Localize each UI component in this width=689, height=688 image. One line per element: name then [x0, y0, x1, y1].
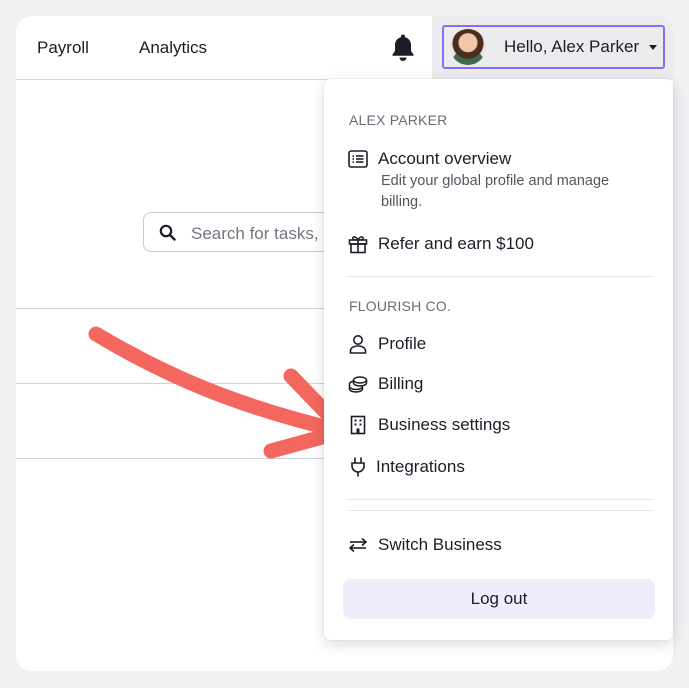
profile-label: Profile: [378, 334, 427, 353]
list-icon: [347, 148, 369, 170]
nav-analytics-link[interactable]: Analytics: [139, 38, 207, 58]
menu-divider: [348, 510, 653, 511]
switch-arrows-icon: [347, 534, 369, 556]
menu-divider: [348, 499, 653, 500]
avatar: [450, 29, 486, 65]
business-settings-item[interactable]: Business settings: [347, 409, 510, 441]
business-section-label: FLOURISH CO.: [349, 298, 451, 314]
switch-business-label: Switch Business: [378, 535, 502, 554]
person-icon: [347, 333, 369, 355]
billing-label: Billing: [378, 374, 424, 393]
annotation-arrow-icon: [88, 326, 352, 459]
profile-item[interactable]: Profile: [347, 328, 426, 360]
search-icon: [159, 224, 176, 246]
account-overview-description: Edit your global profile and manage bill…: [381, 173, 610, 210]
integrations-item[interactable]: Integrations: [347, 451, 465, 483]
account-overview-label: Account overview: [378, 149, 512, 168]
log-out-button[interactable]: Log out: [343, 579, 655, 619]
chevron-down-icon: [649, 44, 658, 50]
refer-and-earn-label: Refer and earn $100: [378, 234, 534, 253]
top-navigation-bar: Payroll Analytics Hello, Alex Parker: [16, 16, 673, 80]
plug-icon: [347, 456, 369, 478]
divider: [16, 308, 336, 309]
coins-icon: [347, 373, 369, 395]
user-menu-button[interactable]: Hello, Alex Parker: [442, 25, 665, 69]
menu-divider: [348, 276, 653, 277]
user-dropdown-menu: ALEX PARKER Account overview Edit your g…: [324, 79, 673, 640]
integrations-label: Integrations: [376, 457, 465, 476]
building-icon: [347, 414, 369, 436]
switch-business-item[interactable]: Switch Business: [347, 529, 502, 561]
user-greeting: Hello, Alex Parker: [504, 37, 640, 56]
billing-item[interactable]: Billing: [347, 368, 423, 400]
refer-and-earn-item[interactable]: Refer and earn $100: [347, 228, 534, 260]
bell-icon[interactable]: [388, 31, 418, 63]
search-input[interactable]: Search for tasks,: [143, 212, 343, 252]
gift-icon: [347, 233, 369, 255]
search-placeholder: Search for tasks,: [191, 224, 319, 243]
personal-section-label: ALEX PARKER: [349, 112, 448, 128]
business-settings-label: Business settings: [378, 415, 511, 434]
nav-payroll-link[interactable]: Payroll: [37, 38, 89, 58]
